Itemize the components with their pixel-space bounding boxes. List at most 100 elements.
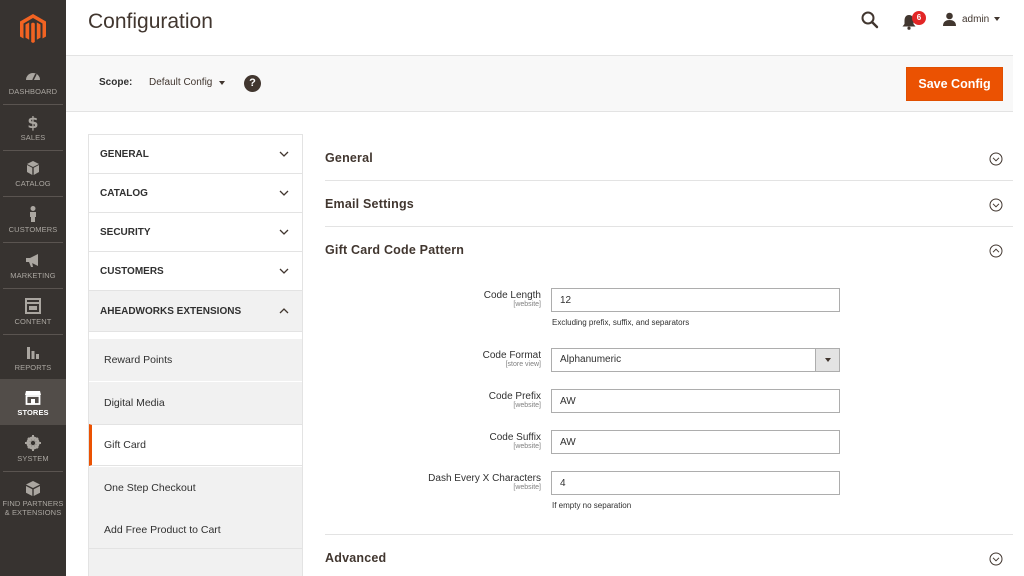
menu-label: STORES (17, 407, 49, 417)
page-title: Configuration (88, 10, 213, 33)
nav-item-label: Digital Media (104, 397, 165, 409)
svg-text:$: $ (27, 113, 38, 131)
select-arrow (815, 349, 839, 371)
nav-item-add-free-product[interactable]: Add Free Product to Cart (89, 509, 302, 551)
search-button[interactable] (860, 10, 880, 30)
chevron-up-icon (279, 308, 289, 314)
section-title: General (325, 151, 373, 165)
tab-label: SECURITY (100, 226, 151, 238)
field-code-length: Code Length [website] Excluding prefix, … (325, 288, 1013, 328)
menu-item-content[interactable]: CONTENT (0, 288, 66, 334)
menu-label: SYSTEM (17, 453, 49, 463)
chevron-down-icon (824, 358, 831, 362)
field-scope: [store view] (505, 361, 541, 368)
nav-item-label: One Step Checkout (104, 482, 196, 494)
dashboard-icon (26, 72, 40, 80)
field-label-group: Code Prefix [website] (489, 391, 541, 409)
tab-customers[interactable]: CUSTOMERS (89, 252, 302, 291)
menu-item-marketing[interactable]: MARKETING (0, 242, 66, 288)
menu-label: REPORTS (14, 362, 52, 372)
field-note: Excluding prefix, suffix, and separators (552, 318, 690, 327)
scope-switcher[interactable]: Default Config (149, 77, 226, 88)
field-code-prefix: Code Prefix [website] (325, 389, 1013, 429)
nav-group-end (89, 548, 302, 576)
notifications-badge: 6 (912, 11, 926, 25)
chevron-down-icon (994, 17, 1001, 21)
dash-every-input[interactable] (551, 471, 840, 495)
bar-chart-icon (27, 346, 39, 359)
chevron-down-icon (279, 229, 289, 235)
layout-icon (25, 297, 41, 314)
tab-security[interactable]: SECURITY (89, 213, 302, 252)
tab-general[interactable]: GENERAL (89, 135, 302, 174)
code-prefix-input[interactable] (551, 389, 840, 413)
tab-label: AHEADWORKS EXTENSIONS (100, 305, 242, 317)
field-scope: [website] (513, 443, 541, 450)
field-label: Code Prefix (488, 391, 541, 402)
config-tabs-nav: GENERAL CATALOG SECURITY CUSTOMERS AHEAD… (88, 134, 303, 576)
code-format-select[interactable]: Alphanumeric (551, 348, 840, 372)
menu-item-stores[interactable]: STORES (0, 379, 66, 425)
scope-bar: Scope: Default Config ? Save Config (66, 55, 1013, 112)
chevron-down-icon (219, 80, 226, 85)
section-title: Advanced (325, 551, 387, 565)
section-advanced[interactable]: Advanced (325, 534, 1013, 576)
help-icon[interactable]: ? (244, 75, 261, 92)
nav-item-gift-card[interactable]: Gift Card (89, 424, 302, 466)
code-suffix-input[interactable] (551, 430, 840, 454)
field-label: Code Format (482, 350, 541, 361)
menu-label: SALES (20, 132, 46, 142)
menu-label: MARKETING (10, 270, 56, 280)
nav-item-label: Gift Card (104, 439, 147, 451)
field-scope: [website] (513, 301, 541, 308)
menu-item-sales[interactable]: $ SALES (0, 104, 66, 150)
tab-catalog[interactable]: CATALOG (89, 174, 302, 213)
menu-label: DASHBOARD (8, 86, 58, 96)
menu-label: FIND PARTNERS & EXTENSIONS (2, 499, 64, 517)
magento-logo[interactable] (0, 0, 66, 58)
code-length-input[interactable] (551, 288, 840, 312)
section-gift-card-code-pattern[interactable]: Gift Card Code Pattern (325, 227, 1013, 273)
chevron-down-icon (279, 190, 289, 196)
field-label: Code Suffix (489, 432, 541, 443)
expand-icon (989, 552, 1003, 566)
field-label-group: Code Length [website] (484, 290, 541, 308)
menu-item-dashboard[interactable]: DASHBOARD (0, 58, 66, 104)
menu-label: CATALOG (15, 178, 51, 188)
collapse-icon (989, 244, 1003, 258)
menu-item-find-partners[interactable]: FIND PARTNERS & EXTENSIONS (0, 472, 66, 524)
nav-item-label: Reward Points (104, 354, 173, 366)
field-label-group: Code Suffix [website] (489, 432, 541, 450)
storefront-icon (25, 390, 41, 405)
field-label-group: Dash Every X Characters [website] (428, 473, 541, 491)
expand-icon (989, 152, 1003, 166)
nav-item-one-step-checkout[interactable]: One Step Checkout (89, 467, 302, 509)
section-email-settings[interactable]: Email Settings (325, 181, 1013, 227)
save-config-button[interactable]: Save Config (906, 67, 1003, 101)
menu-item-reports[interactable]: REPORTS (0, 334, 66, 380)
menu-item-customers[interactable]: CUSTOMERS (0, 196, 66, 242)
gear-icon (25, 434, 41, 451)
field-label: Code Length (483, 290, 541, 301)
menu-item-catalog[interactable]: CATALOG (0, 150, 66, 196)
field-code-format: Code Format [store view] Alphanumeric (325, 348, 1013, 388)
chevron-down-icon (279, 151, 289, 157)
user-menu[interactable]: admin (942, 10, 1001, 28)
scope-value: Default Config (149, 77, 213, 88)
tab-aheadworks-extensions[interactable]: AHEADWORKS EXTENSIONS (89, 291, 302, 332)
field-label: Dash Every X Characters (428, 473, 541, 484)
megaphone-icon (26, 253, 38, 267)
field-scope: [website] (513, 484, 541, 491)
nav-item-digital-media[interactable]: Digital Media (89, 382, 302, 424)
menu-label: CUSTOMERS (8, 224, 58, 234)
section-general[interactable]: General (325, 135, 1013, 181)
field-label-group: Code Format [store view] (483, 350, 541, 368)
section-title: Gift Card Code Pattern (325, 243, 465, 257)
scope-label: Scope: (99, 77, 133, 88)
tab-label: GENERAL (100, 148, 149, 160)
nav-item-reward-points[interactable]: Reward Points (89, 339, 302, 381)
menu-item-system[interactable]: SYSTEM (0, 425, 66, 471)
menu-label: CONTENT (14, 316, 52, 326)
field-code-suffix: Code Suffix [website] (325, 430, 1013, 470)
box-icon (26, 481, 40, 496)
